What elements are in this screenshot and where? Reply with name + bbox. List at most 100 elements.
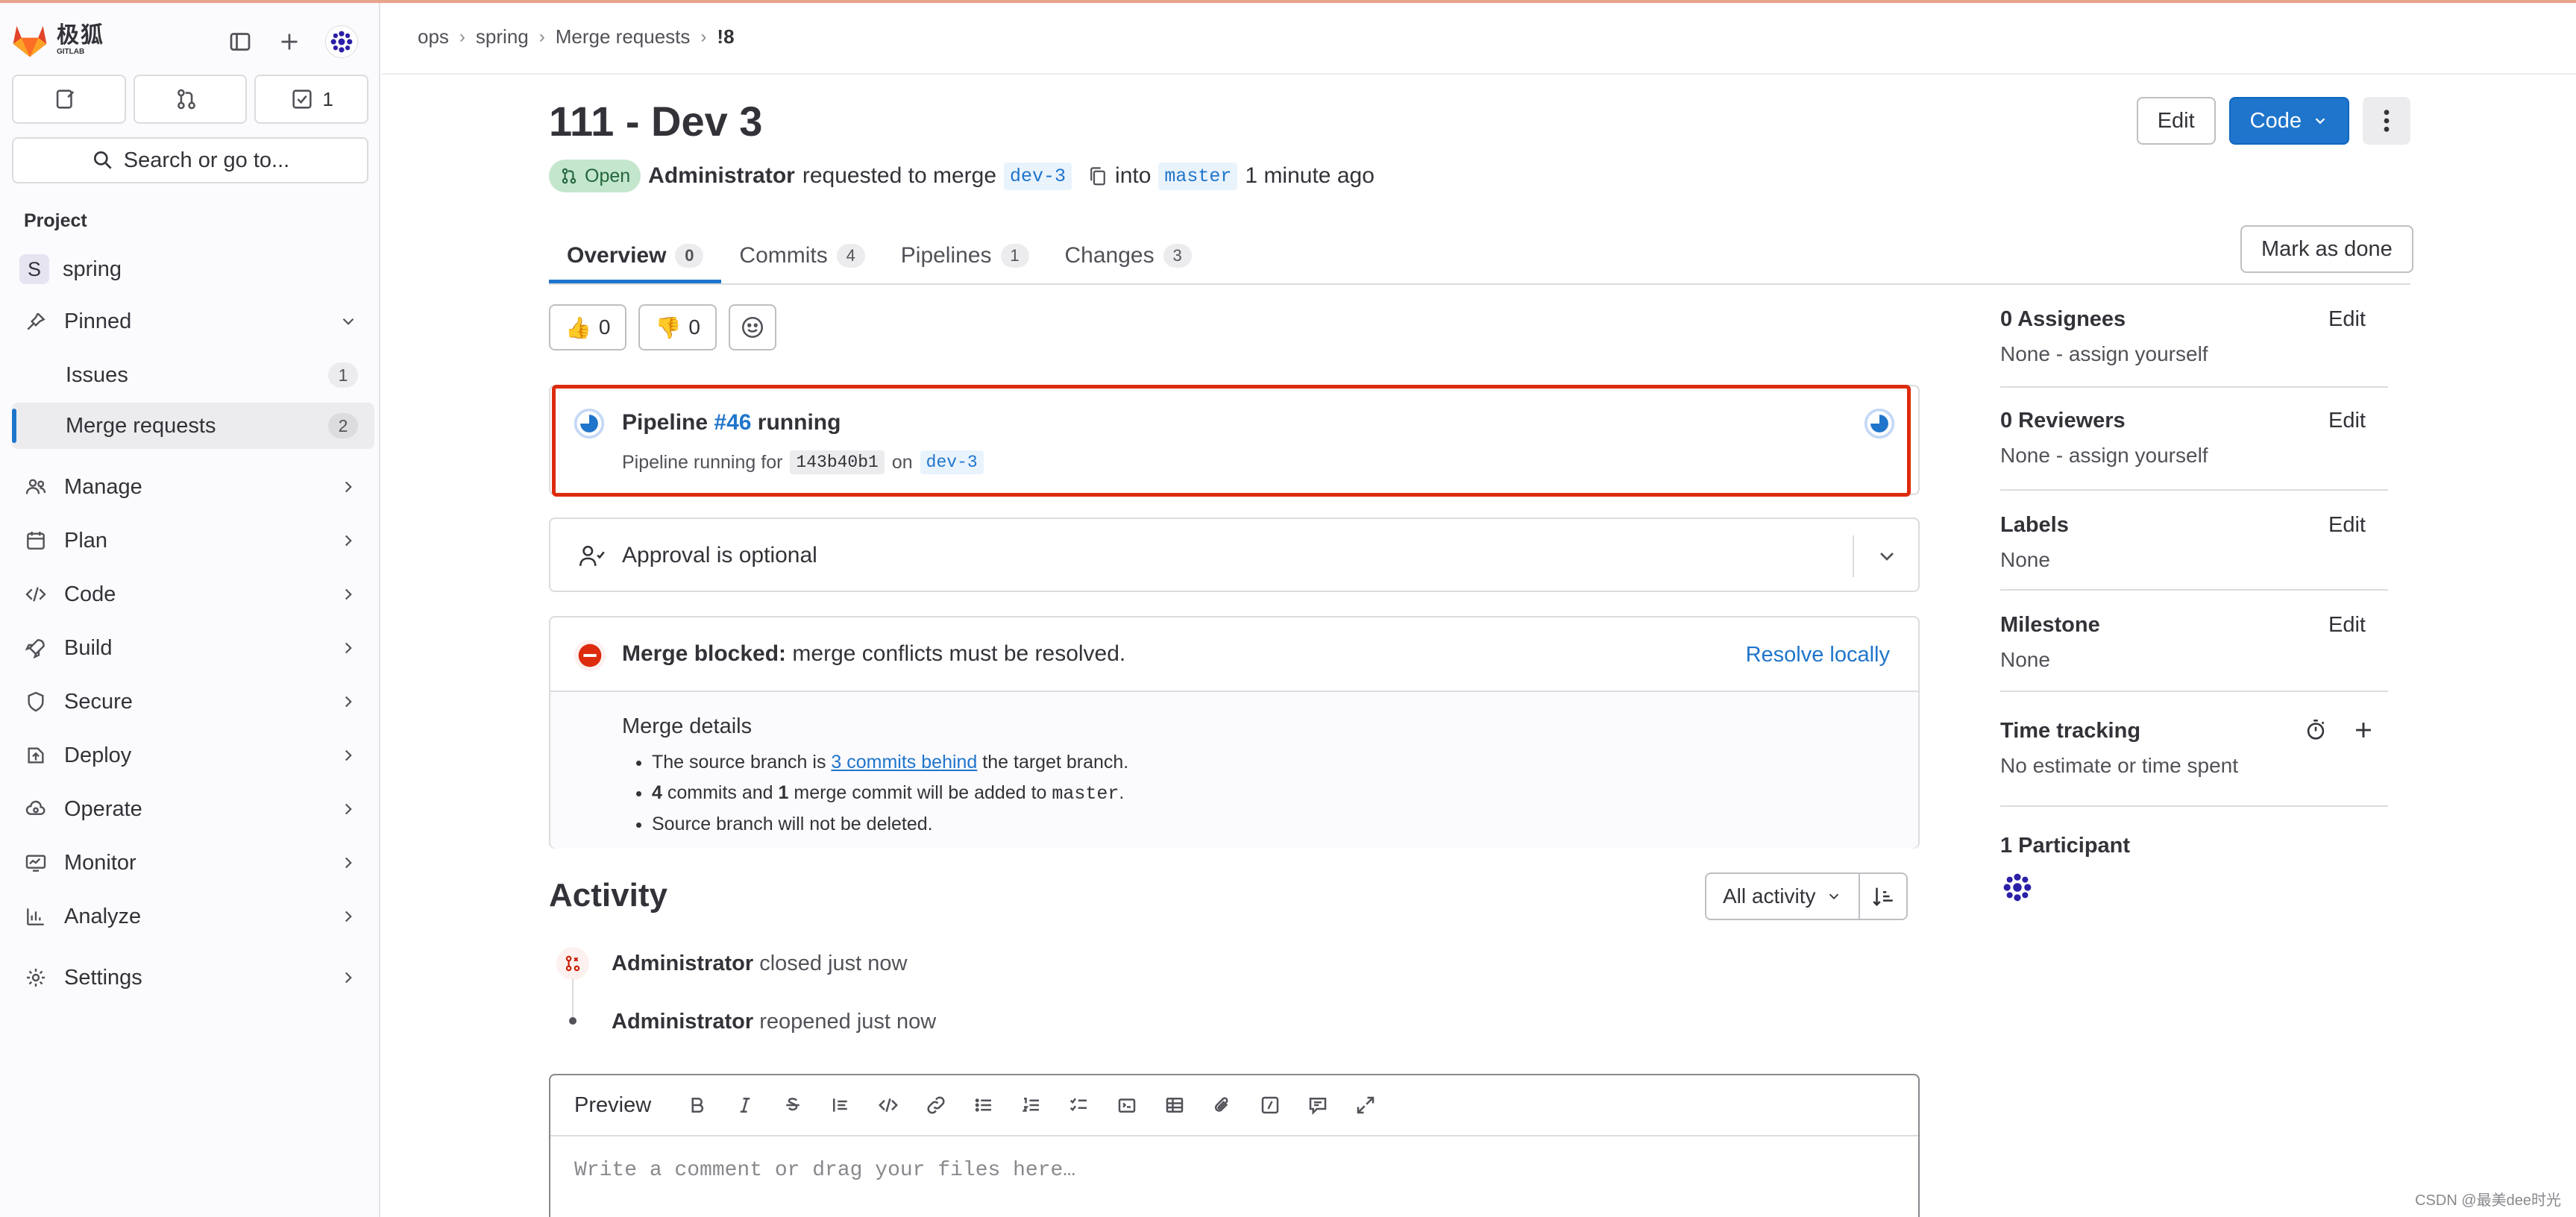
sidebar-item-plan[interactable]: Plan	[12, 518, 374, 564]
edit-button[interactable]: Edit	[2136, 97, 2216, 145]
merge-details-title: Merge details	[622, 714, 753, 738]
sidebar-item-secure[interactable]: Secure	[12, 679, 374, 725]
participant-avatar[interactable]	[2000, 870, 2035, 905]
chevron-right-icon	[345, 857, 352, 869]
gear-icon	[27, 969, 45, 987]
edit-milestone-button[interactable]: Edit	[2328, 613, 2366, 638]
tabs-divider	[549, 283, 2410, 285]
table-button[interactable]	[1151, 1075, 1199, 1136]
section-divider	[2000, 805, 2388, 807]
chevron-down-icon[interactable]	[1875, 544, 1899, 568]
approval-widget[interactable]: Approval is optional	[549, 518, 1920, 592]
created-time: 1 minute ago	[1245, 163, 1375, 188]
chevron-right-icon	[345, 481, 352, 493]
todos-count: 1	[322, 87, 333, 110]
comment-input[interactable]: Write a comment or drag your files here…	[574, 1159, 1075, 1182]
target-branch[interactable]: master	[1158, 162, 1238, 190]
stopwatch-icon[interactable]	[2303, 717, 2328, 743]
assign-yourself-link[interactable]: None - assign yourself	[2000, 444, 2388, 468]
breadcrumb-item-spring[interactable]: spring	[476, 25, 529, 48]
todos-button[interactable]: 1	[254, 75, 369, 124]
breadcrumb-item-ops[interactable]: ops	[418, 25, 449, 48]
activity-filter-dropdown[interactable]: All activity	[1705, 872, 1861, 920]
code-icon	[879, 1098, 899, 1113]
plus-icon[interactable]	[276, 28, 303, 55]
chevron-down-icon	[1829, 893, 1839, 900]
breadcrumb-item-current[interactable]: !8	[717, 25, 734, 48]
sidebar-item-build[interactable]: Build	[12, 625, 374, 671]
fullscreen-button[interactable]	[1342, 1075, 1389, 1136]
resolve-locally-link[interactable]: Resolve locally	[1746, 643, 1890, 667]
tab-changes[interactable]: Changes 3	[1047, 228, 1210, 283]
quick-actions-button[interactable]	[1246, 1075, 1294, 1136]
link-button[interactable]	[912, 1075, 960, 1136]
italic-button[interactable]	[721, 1075, 769, 1136]
author-name[interactable]: Administrator	[648, 163, 795, 189]
bold-button[interactable]	[673, 1075, 721, 1136]
collapsible-button[interactable]	[1103, 1075, 1151, 1136]
sidebar-item-manage[interactable]: Manage	[12, 464, 374, 510]
slash-command-icon	[1261, 1096, 1279, 1114]
sidebar-item-settings[interactable]: Settings	[12, 955, 374, 1001]
breadcrumb-separator-icon: ›	[700, 26, 707, 47]
kebab-icon	[2384, 110, 2390, 132]
tab-pipelines[interactable]: Pipelines 1	[883, 228, 1047, 283]
search-button[interactable]: Search or go to...	[12, 137, 368, 183]
edit-reviewers-button[interactable]: Edit	[2328, 409, 2366, 433]
chevron-right-icon	[345, 803, 352, 815]
sidebar-item-issues[interactable]: Issues 1	[12, 352, 374, 398]
thumbs-down-button[interactable]: 👎 0	[638, 304, 717, 350]
strikethrough-button[interactable]	[769, 1075, 817, 1136]
commits-behind-link[interactable]: 3 commits behind	[831, 752, 977, 773]
brand-logo[interactable]: 极狐 GITLAB	[10, 19, 368, 61]
numbered-list-button[interactable]	[1008, 1075, 1055, 1136]
thumbs-up-button[interactable]: 👍 0	[549, 304, 627, 350]
tab-commits[interactable]: Commits 4	[721, 228, 882, 283]
sidebar-item-project-spring[interactable]: S spring	[12, 246, 374, 292]
sidebar-item-code[interactable]: Code	[12, 571, 374, 617]
code-button[interactable]	[864, 1075, 912, 1136]
sort-order-button[interactable]	[1860, 872, 1909, 920]
more-actions-button[interactable]	[2363, 97, 2410, 145]
merge-requests-count-button[interactable]	[133, 75, 248, 124]
user-avatar[interactable]	[325, 25, 358, 58]
edit-labels-button[interactable]: Edit	[2328, 513, 2366, 538]
merge-request-open-icon	[562, 168, 577, 184]
fox-logo-icon	[13, 25, 47, 57]
tab-overview[interactable]: Overview 0	[549, 228, 722, 283]
task-list-button[interactable]	[1055, 1075, 1103, 1136]
sidebar-item-analyze[interactable]: Analyze	[12, 893, 374, 940]
activity-event: Administrator reopened just now	[612, 1010, 937, 1034]
plus-icon[interactable]	[2351, 717, 2376, 743]
list-item: Source branch will not be deleted.	[652, 814, 1128, 835]
attach-file-button[interactable]	[1199, 1075, 1246, 1136]
breadcrumb: ops › spring › Merge requests › !8	[418, 25, 735, 48]
pin-icon	[27, 312, 45, 330]
sidebar-item-merge-requests[interactable]: Merge requests 2	[12, 403, 374, 449]
copy-icon[interactable]	[1087, 165, 1109, 187]
bullet-list-icon	[975, 1098, 992, 1112]
assigned-issues-button[interactable]	[12, 75, 126, 124]
sidebar-item-pinned[interactable]: Pinned	[12, 298, 374, 345]
sidebar-item-operate[interactable]: Operate	[12, 786, 374, 832]
sidebar-item-monitor[interactable]: Monitor	[12, 840, 374, 886]
chevron-right-icon	[345, 972, 352, 984]
comment-template-button[interactable]	[1294, 1075, 1342, 1136]
top-accent-line	[0, 0, 2576, 3]
merge-blocked-message: Merge blocked: merge conflicts must be r…	[622, 641, 1126, 666]
rocket-icon	[25, 639, 45, 659]
breadcrumb-item-merge-requests[interactable]: Merge requests	[556, 25, 691, 48]
bullet-list-button[interactable]	[960, 1075, 1008, 1136]
assign-yourself-link[interactable]: None - assign yourself	[2000, 342, 2388, 366]
code-dropdown-button[interactable]: Code	[2228, 97, 2349, 145]
strikethrough-icon	[786, 1098, 799, 1111]
source-branch[interactable]: dev-3	[1004, 162, 1072, 190]
preview-tab[interactable]: Preview	[574, 1093, 651, 1118]
quote-button[interactable]	[817, 1075, 864, 1136]
sidebar-item-deploy[interactable]: Deploy	[12, 732, 374, 779]
mark-as-done-button[interactable]: Mark as done	[2240, 225, 2413, 273]
sidebar-toggle-icon[interactable]	[227, 28, 254, 55]
edit-assignees-button[interactable]: Edit	[2328, 307, 2366, 332]
add-reaction-button[interactable]	[728, 304, 776, 350]
sort-icon	[1873, 887, 1894, 907]
